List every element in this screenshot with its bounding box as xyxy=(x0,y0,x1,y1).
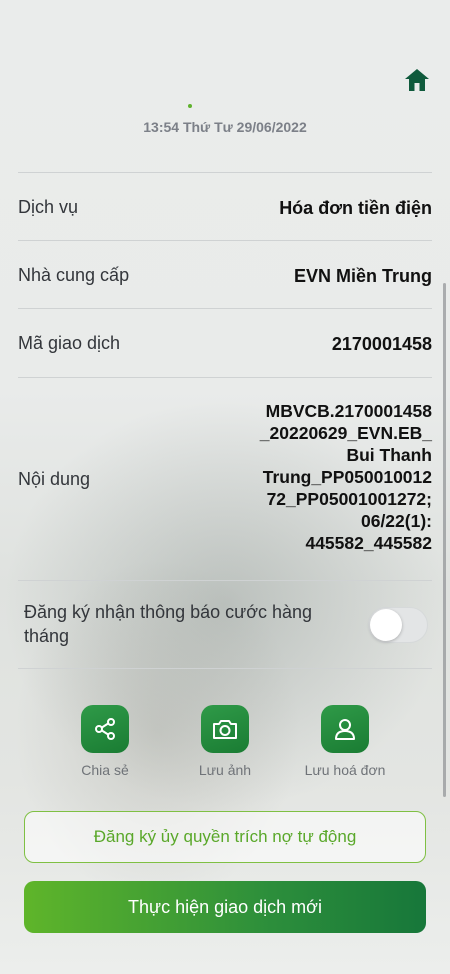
auto-debit-button[interactable]: Đăng ký ủy quyền trích nợ tự động xyxy=(24,811,426,863)
share-label: Chia sẻ xyxy=(81,762,129,778)
save-image-action[interactable]: Lưu ảnh xyxy=(165,705,285,778)
save-invoice-label: Lưu hoá đơn xyxy=(304,762,386,778)
divider xyxy=(18,240,432,241)
save-invoice-action[interactable]: Lưu hoá đơn xyxy=(285,705,405,778)
service-value: Hóa đơn tiền điện xyxy=(279,198,432,218)
service-label: Dịch vụ xyxy=(18,197,79,217)
provider-value: EVN Miền Trung xyxy=(293,266,432,286)
divider xyxy=(18,668,432,669)
divider xyxy=(18,377,432,378)
toggle-knob xyxy=(370,609,402,641)
scrollbar[interactable] xyxy=(443,283,446,797)
transaction-code-value: 2170001458 xyxy=(331,334,432,354)
save-image-label: Lưu ảnh xyxy=(198,762,252,778)
notification-toggle[interactable] xyxy=(368,607,428,643)
divider xyxy=(18,308,432,309)
divider xyxy=(18,172,432,173)
user-icon xyxy=(321,705,369,753)
transaction-code-label: Mã giao dịch xyxy=(18,333,121,353)
page-indicator-dot xyxy=(188,104,192,108)
new-transaction-button[interactable]: Thực hiện giao dịch mới xyxy=(24,881,426,933)
share-action[interactable]: Chia sẻ xyxy=(45,705,165,778)
divider xyxy=(18,580,432,581)
provider-label: Nhà cung cấp xyxy=(18,265,130,285)
share-icon xyxy=(81,705,129,753)
home-icon xyxy=(405,69,429,91)
home-button[interactable] xyxy=(403,66,431,94)
transaction-datetime: 13:54 Thứ Tư 29/06/2022 xyxy=(143,119,307,135)
content-value: MBVCB.2170001458 _20220629_EVN.EB_ Bui T… xyxy=(259,401,432,553)
camera-icon xyxy=(201,705,249,753)
notification-label: Đăng ký nhận thông báo cước hàng tháng xyxy=(24,602,313,646)
content-label: Nội dung xyxy=(18,469,91,489)
